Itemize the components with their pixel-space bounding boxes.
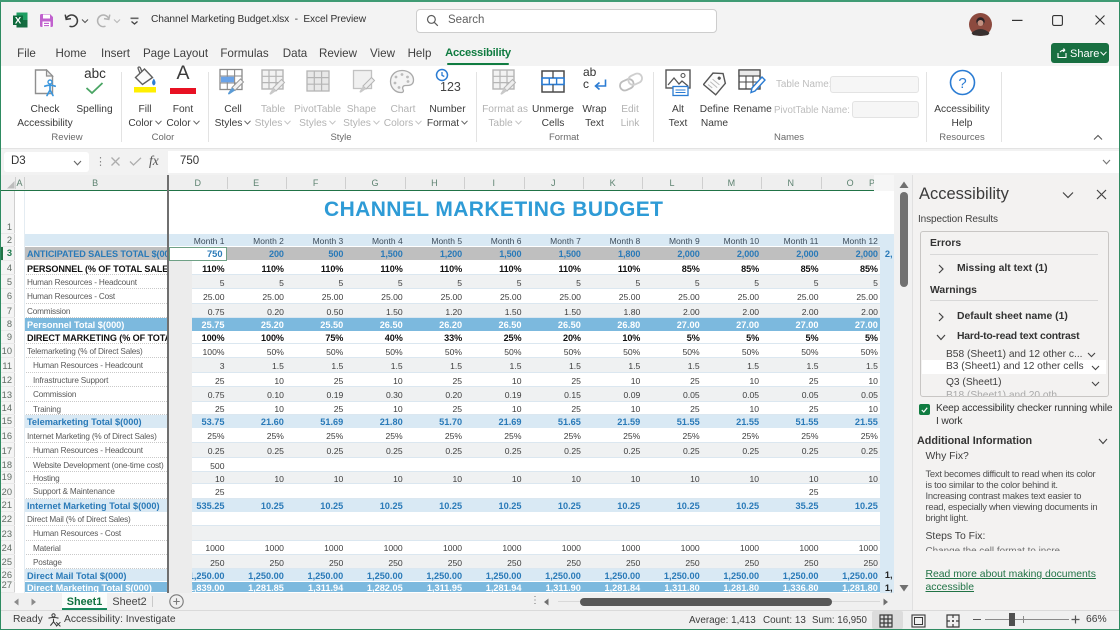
svg-text:123: 123 (440, 80, 461, 94)
svg-text:?: ? (958, 75, 966, 92)
svg-text:X: X (15, 16, 22, 27)
